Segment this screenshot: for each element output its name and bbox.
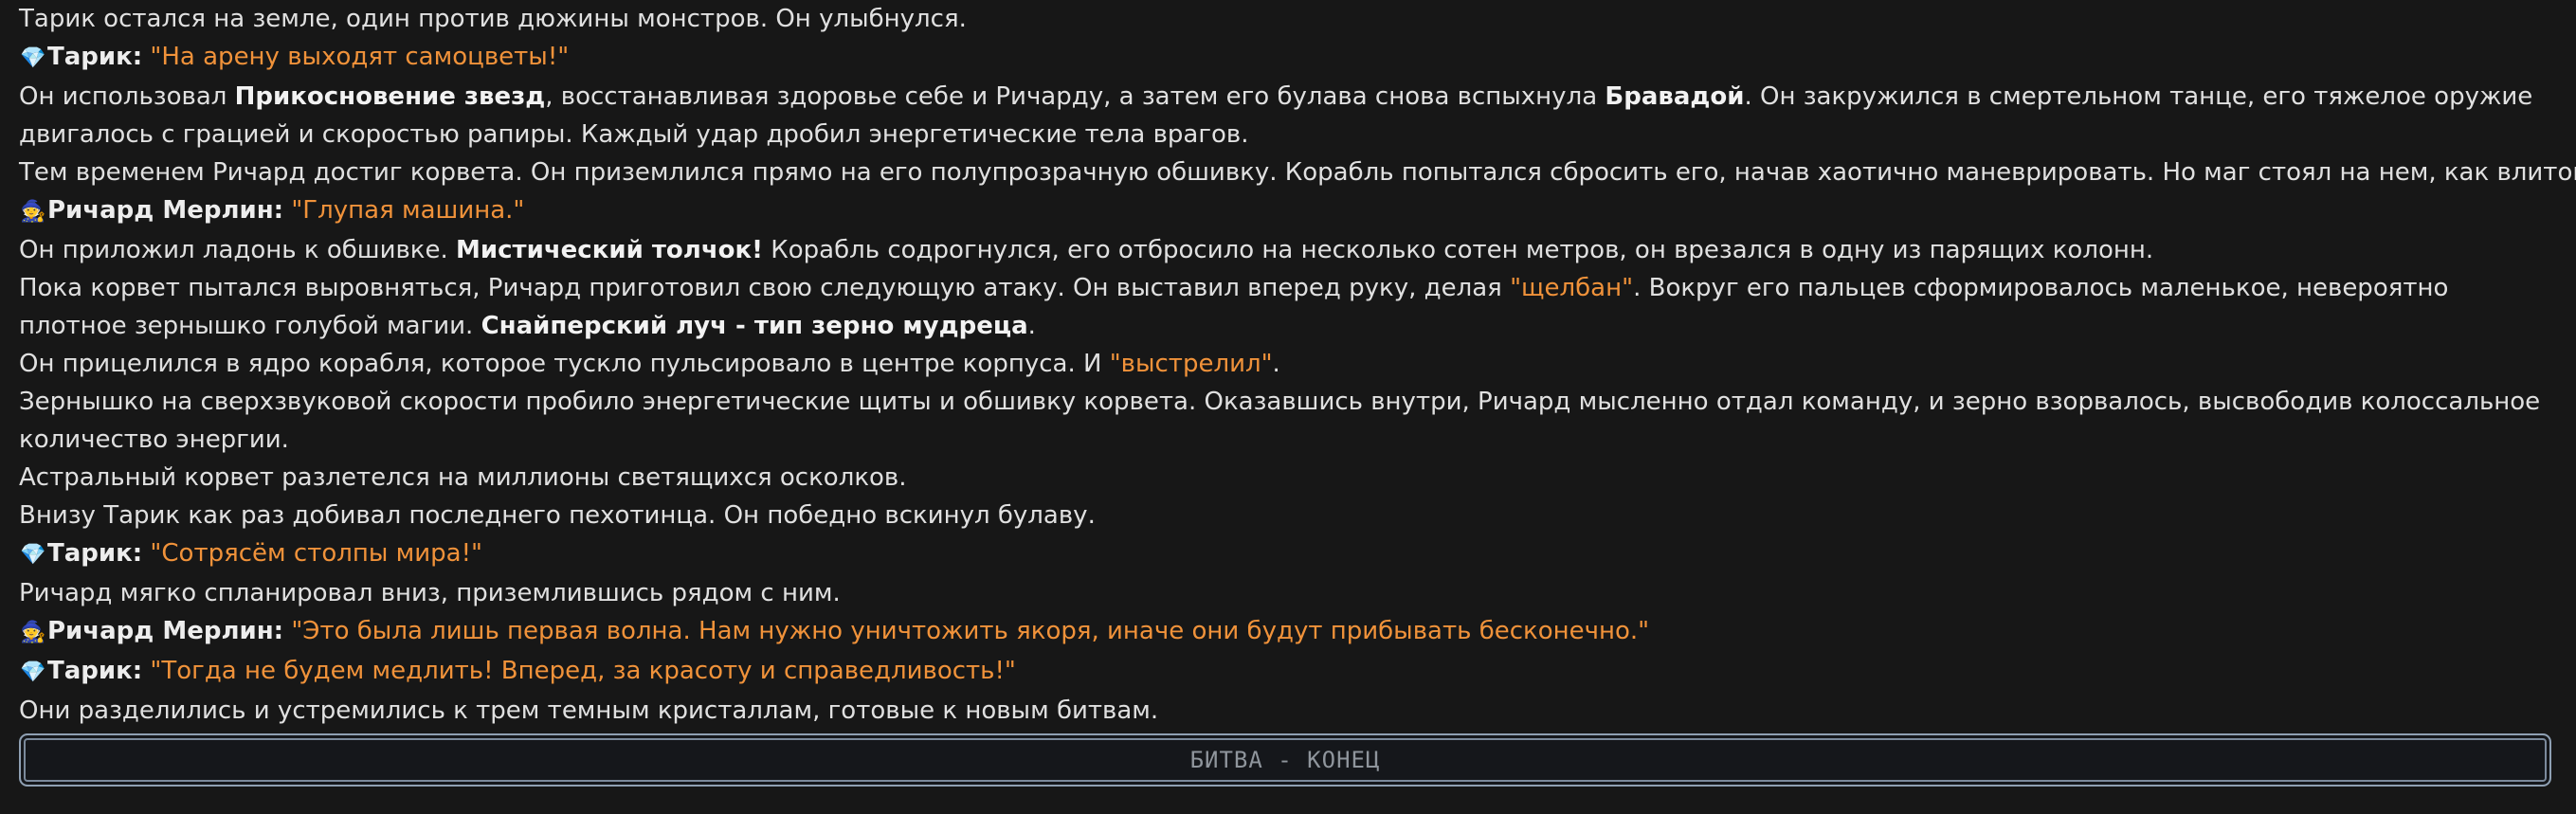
dialogue-line-tarik: 💎Тарик: "На арену выходят самоцветы!": [19, 38, 2559, 78]
ability-name: Бравадой: [1605, 82, 1745, 111]
narration-line: Внизу Тарик как раз добивал последнего п…: [19, 501, 1096, 530]
dialogue-line-tarik: 💎Тарик: "Сотрясём столпы мира!": [19, 534, 2559, 574]
narration-line: Зернышко на сверхзвуковой скорости проби…: [19, 388, 2541, 454]
inline-quote: "щелбан": [1510, 274, 1634, 302]
dialogue-quote: "Это была лишь первая волна. Нам нужно у…: [291, 617, 1650, 645]
speaker-name: Ричард Мерлин:: [47, 196, 284, 225]
narration-line: Он использовал Прикосновение звезд, восс…: [19, 78, 2559, 154]
dialogue-line-richard: 🧙Ричард Мерлин: "Глупая машина.": [19, 191, 2559, 231]
gem-icon: 💎: [20, 46, 46, 70]
narration-line: Он прицелился в ядро корабля, которое ту…: [19, 345, 2559, 383]
mage-icon: 🧙: [20, 621, 46, 644]
dialogue-quote: "Глупая машина.": [291, 196, 525, 225]
dialogue-line-tarik: 💎Тарик: "Тогда не будем медлить! Вперед,…: [19, 652, 2559, 692]
dialogue-line-richard: 🧙Ричард Мерлин: "Это была лишь первая во…: [19, 612, 2559, 652]
narration-text: Он прицелился в ядро корабля, которое ту…: [19, 350, 1110, 378]
narration-text: Корабль содрогнулся, его отбросило на не…: [763, 236, 2154, 264]
narration-line: Астральный корвет разлетелся на миллионы…: [19, 463, 907, 492]
narration-text: .: [1272, 350, 1280, 378]
narration-line: Тарик остался на земле, один против дюжи…: [19, 5, 967, 33]
mage-icon: 🧙: [20, 200, 46, 224]
speaker-name: Тарик:: [47, 657, 143, 685]
narration-line: Тем временем Ричард достиг корвета. Он п…: [19, 158, 2576, 187]
narration-text: Он использовал: [19, 82, 235, 111]
story-log: Тарик остался на земле, один против дюжи…: [19, 0, 2576, 730]
ability-name: Прикосновение звезд: [234, 82, 546, 111]
speaker-name: Ричард Мерлин:: [47, 617, 284, 645]
dialogue-quote: "Сотрясём столпы мира!": [150, 539, 482, 568]
speaker-name: Тарик:: [47, 43, 143, 71]
gem-icon: 💎: [20, 660, 46, 684]
narration-line: Они разделились и устремились к трем тем…: [19, 696, 1159, 725]
narration-text: Он приложил ладонь к обшивке.: [19, 236, 457, 264]
gem-icon: 💎: [20, 543, 46, 567]
narration-text: Пока корвет пытался выровняться, Ричард …: [19, 274, 1511, 302]
narration-line: Ричард мягко спланировал вниз, приземлив…: [19, 579, 841, 607]
dialogue-quote: "Тогда не будем медлить! Вперед, за крас…: [150, 657, 1016, 685]
ability-name: Снайперский луч - тип зерно мудреца: [481, 312, 1028, 340]
speaker-name: Тарик:: [47, 539, 143, 568]
inline-quote: "выстрелил": [1109, 350, 1273, 378]
battle-end-banner: БИТВА - КОНЕЦ: [19, 733, 2551, 787]
narration-text: , восстанавливая здоровье себе и Ричарду…: [545, 82, 1605, 111]
ability-name: Мистический толчок!: [456, 236, 764, 264]
dialogue-quote: "На арену выходят самоцветы!": [150, 43, 570, 71]
narration-line: Он приложил ладонь к обшивке. Мистически…: [19, 231, 2559, 269]
narration-line: Пока корвет пытался выровняться, Ричард …: [19, 269, 2559, 345]
narration-text: .: [1027, 312, 1036, 340]
